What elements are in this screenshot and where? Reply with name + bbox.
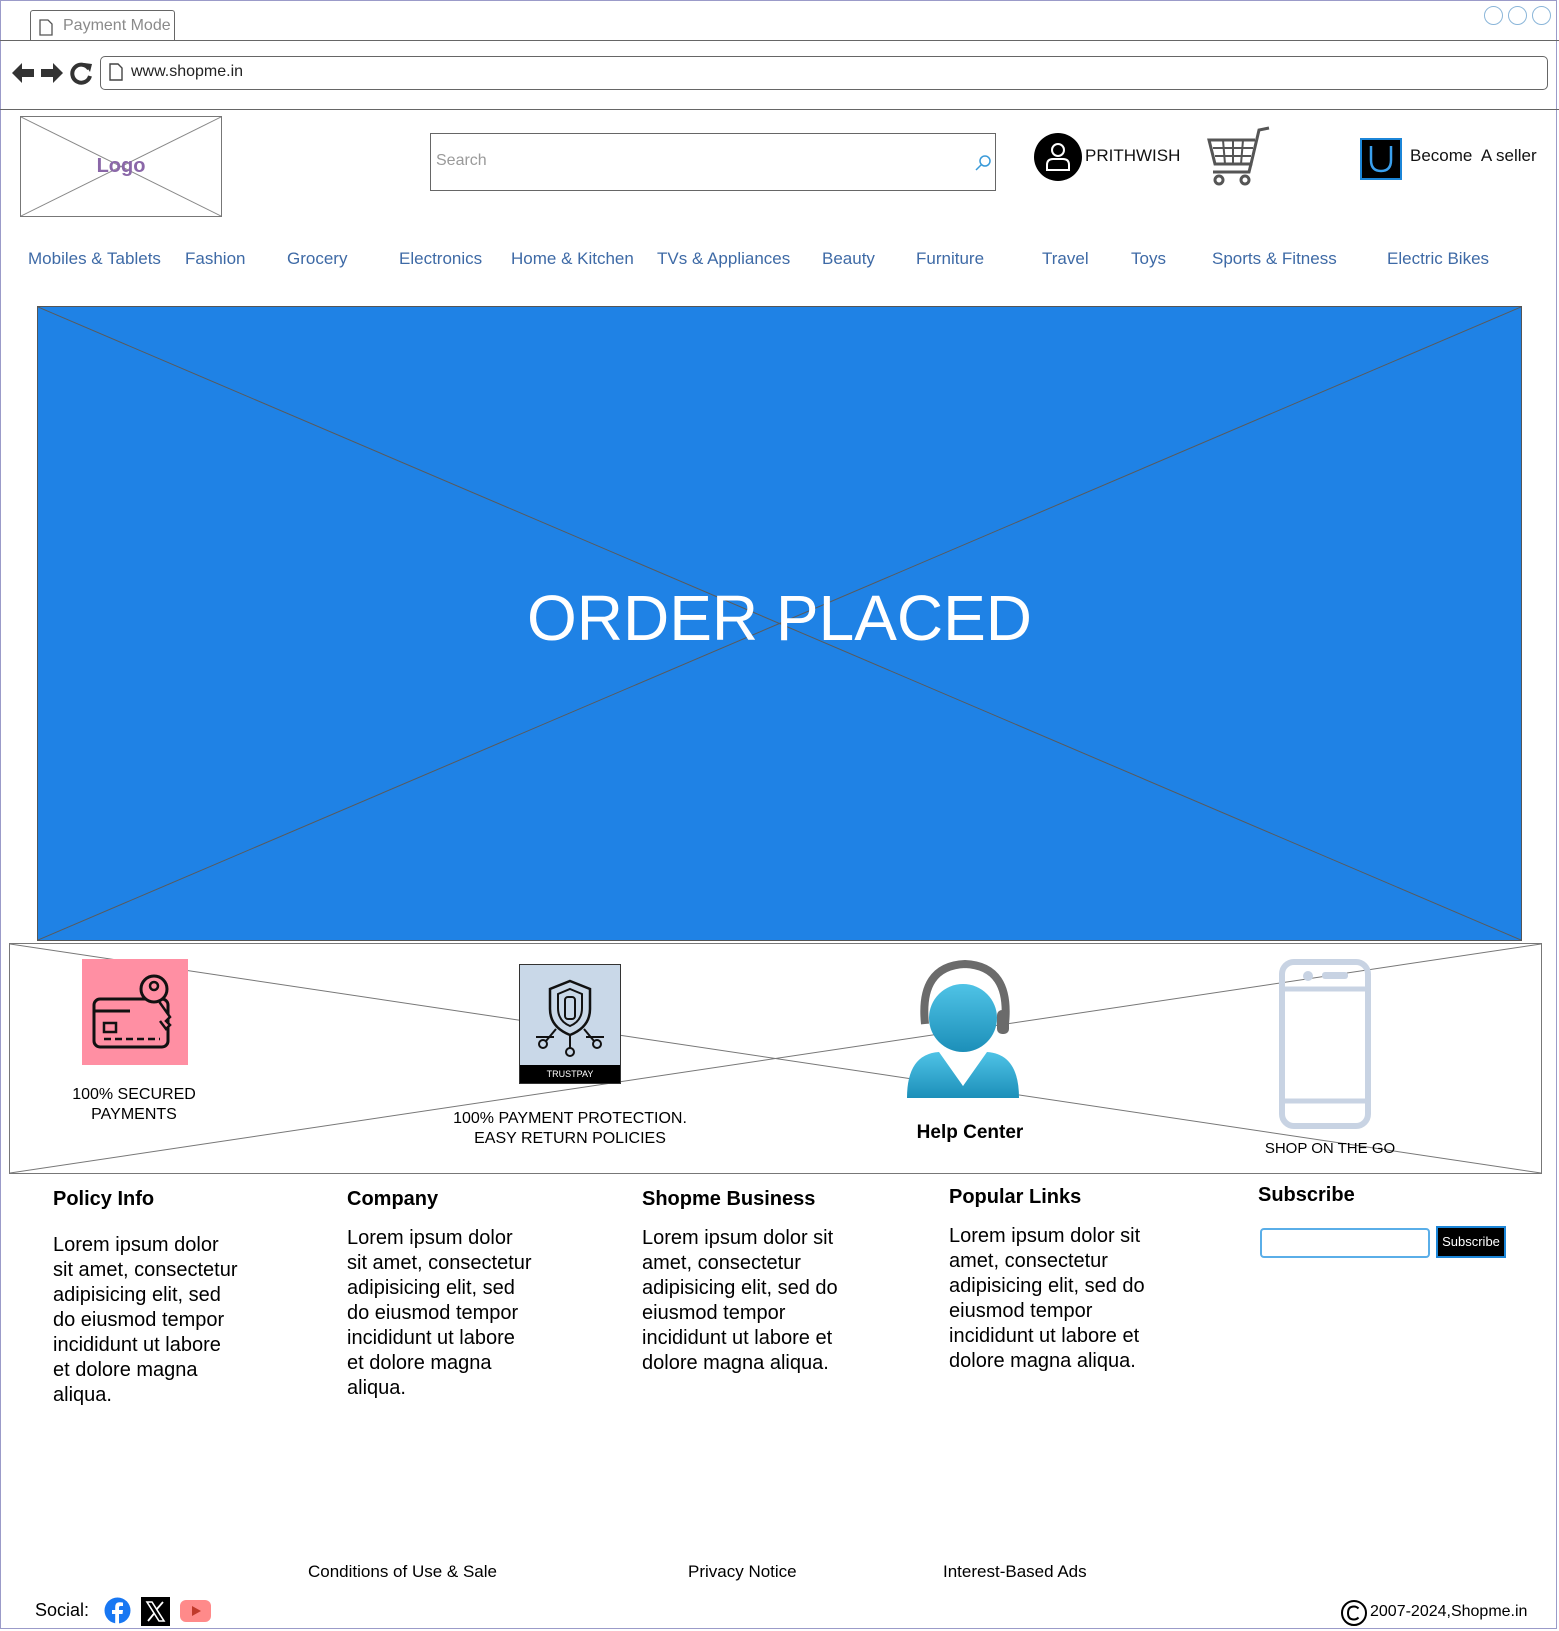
facebook-icon[interactable] (104, 1597, 131, 1624)
nav-electronics[interactable]: Electronics (399, 249, 482, 269)
shop-on-go-label: SHOP ON THE GO (1264, 1140, 1396, 1157)
browser-tab[interactable]: Payment Mode (30, 10, 175, 40)
subscribe-email-input[interactable] (1260, 1228, 1430, 1258)
reload-icon[interactable] (70, 61, 94, 85)
order-placed-heading: ORDER PLACED (527, 582, 1032, 654)
window-minimize-button[interactable] (1484, 6, 1503, 25)
nav-beauty[interactable]: Beauty (822, 249, 875, 269)
trustpay-badge: TRUSTPAY (519, 964, 621, 1084)
social-label: Social: (35, 1600, 90, 1620)
window-maximize-button[interactable] (1508, 6, 1527, 25)
conditions-link[interactable]: Conditions of Use & Sale (308, 1562, 497, 1582)
privacy-notice-link[interactable]: Privacy Notice (688, 1562, 797, 1582)
help-center-label[interactable]: Help Center (870, 1122, 1070, 1144)
nav-electric-bikes[interactable]: Electric Bikes (1387, 249, 1489, 269)
nav-grocery[interactable]: Grocery (287, 249, 347, 269)
policy-info-title: Policy Info (53, 1188, 155, 1210)
subscribe-button[interactable]: Subscribe (1436, 1226, 1506, 1258)
nav-furniture[interactable]: Furniture (916, 249, 984, 269)
nav-travel[interactable]: Travel (1042, 249, 1089, 269)
document-icon (39, 19, 53, 36)
nav-tvs-appliances[interactable]: TVs & Appliances (657, 249, 790, 269)
youtube-icon[interactable] (180, 1600, 211, 1622)
back-arrow-icon[interactable] (10, 60, 36, 86)
company-text: Lorem ipsum dolor sit amet, consectetur … (347, 1227, 532, 1399)
u-glyph-icon (1369, 146, 1393, 173)
copyright-text: 2007-2024,Shopme.in (1370, 1603, 1528, 1620)
popular-links-title: Popular Links (949, 1186, 1082, 1208)
nav-fashion[interactable]: Fashion (185, 249, 245, 269)
window-close-button[interactable] (1532, 6, 1551, 25)
shopme-business-text: Lorem ipsum dolor sit amet, consectetur … (642, 1227, 838, 1374)
nav-home-kitchen[interactable]: Home & Kitchen (511, 249, 634, 269)
search-placeholder: Search (436, 152, 487, 169)
x-twitter-icon[interactable] (141, 1597, 170, 1626)
help-center-icon[interactable] (903, 958, 1029, 1098)
features-strip: 100% SECURED PAYMENTS TRUSTPAY 100% PAYM… (9, 943, 1542, 1174)
url-text: www.shopme.in (131, 63, 244, 80)
search-input[interactable]: Search (430, 133, 996, 191)
policy-info-text: Lorem ipsum dolor sit amet, consectetur … (53, 1234, 238, 1406)
interest-ads-link[interactable]: Interest-Based Ads (943, 1562, 1087, 1582)
forward-arrow-icon[interactable] (39, 60, 65, 86)
user-icon (1046, 143, 1070, 171)
trustpay-label: TRUSTPAY (520, 1065, 620, 1083)
user-avatar[interactable] (1034, 133, 1082, 181)
search-icon[interactable] (974, 154, 992, 172)
popular-links-text: Lorem ipsum dolor sit amet, consectetur … (949, 1225, 1145, 1372)
smartphone-icon[interactable] (1278, 959, 1374, 1131)
address-bar[interactable]: www.shopme.in (100, 56, 1548, 90)
secured-line-2: PAYMENTS (91, 1106, 177, 1123)
logo-text: Logo (96, 155, 146, 177)
company-title: Company (347, 1188, 439, 1210)
secured-payment-tile (82, 959, 188, 1065)
page-icon (109, 63, 123, 81)
card-key-icon (92, 974, 172, 1049)
nav-mobiles-tablets[interactable]: Mobiles & Tablets (28, 249, 161, 269)
toolbar-divider (0, 109, 1559, 110)
protection-line-2: EASY RETURN POLICIES (474, 1130, 666, 1147)
order-placed-banner: ORDER PLACED (37, 306, 1522, 941)
nav-sports-fitness[interactable]: Sports & Fitness (1212, 249, 1337, 269)
tab-title: Payment Mode (63, 17, 171, 34)
nav-toys[interactable]: Toys (1131, 249, 1166, 269)
tab-divider (0, 40, 1559, 41)
become-seller-link[interactable]: Become A seller (1410, 146, 1537, 166)
logo-placeholder[interactable]: Logo (20, 116, 222, 217)
username-label[interactable]: PRITHWISH (1085, 146, 1180, 166)
secured-line-1: 100% SECURED (72, 1086, 196, 1103)
subscribe-title: Subscribe (1258, 1184, 1355, 1206)
shopping-cart-icon[interactable] (1205, 126, 1271, 188)
seller-icon[interactable] (1360, 138, 1402, 180)
shopme-business-title: Shopme Business (642, 1188, 816, 1210)
shield-circuit-icon (536, 979, 604, 1057)
copyright-icon (1341, 1600, 1367, 1626)
protection-line-1: 100% PAYMENT PROTECTION. (453, 1110, 687, 1127)
